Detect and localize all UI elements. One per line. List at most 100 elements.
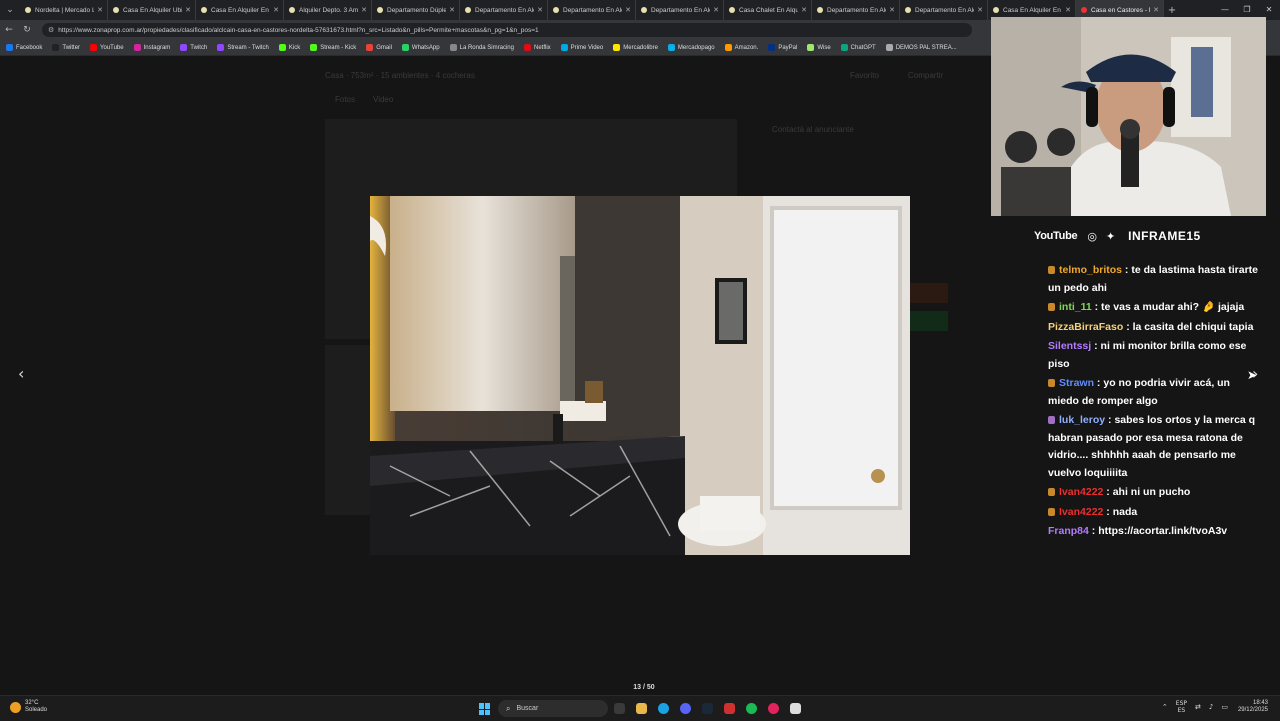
tab-close-icon[interactable]: ✕ [1153,6,1159,14]
tab-close-icon[interactable]: ✕ [97,6,103,14]
chat-username[interactable]: PizzaBirraFaso [1048,321,1123,333]
tab-close-icon[interactable]: ✕ [361,6,367,14]
edge-icon[interactable] [658,703,669,714]
tab-favicon-icon [729,7,735,13]
browser-tab[interactable]: Nordelta | Mercado Lib ✕ [20,0,108,20]
bookmark-item[interactable]: Twitch [180,44,207,51]
bookmark-item[interactable]: Mercadolibre [613,44,658,51]
browser-tab[interactable]: Departamento En Alqu ✕ [636,0,724,20]
weather-widget[interactable]: 32°C Soleado [10,700,47,714]
twitter-icon: ✦ [1105,229,1116,243]
chat-text: nada [1112,505,1138,518]
listing-title: Casa · 753m² · 15 ambientes · 4 cocheras [325,71,475,80]
bookmark-item[interactable]: Twitter [52,44,80,51]
taskbar-search[interactable]: ⌕ Buscar [498,700,608,717]
chat-username[interactable]: telmo_britos [1059,264,1122,276]
network-icon[interactable]: ⇄ [1195,703,1201,711]
tab-search-icon[interactable]: ⌄ [0,0,20,20]
volume-icon[interactable]: ♪ [1209,703,1213,711]
bookmark-item[interactable]: PayPal [768,44,797,51]
browser-tab[interactable]: Departamento En Alqu ✕ [548,0,636,20]
chat-badge-icon [1048,488,1055,496]
tab-close-icon[interactable]: ✕ [449,6,455,14]
chat-username[interactable]: luk_leroy [1059,414,1105,426]
browser-tab[interactable]: Departamento Dúplex ✕ [372,0,460,20]
chrome-window-icon[interactable] [790,703,801,714]
gallery-prev-icon[interactable]: ‹ [18,364,24,383]
bookmark-item[interactable]: WhatsApp [401,44,440,51]
tab-close-icon[interactable]: ✕ [1065,6,1071,14]
bookmark-item[interactable]: Stream - Kick [310,44,356,51]
browser-tab[interactable]: Alquiler Depto. 3 Amb ✕ [284,0,372,20]
browser-tab[interactable]: Casa En Alquiler Ubica✕ [108,0,196,20]
tab-close-icon[interactable]: ✕ [713,6,719,14]
bookmark-item[interactable]: DEMOS PAL STREA... [885,44,957,51]
chat-message: luk_leroy : sabes los ortos y la merca q… [1048,412,1260,482]
bookmark-favicon-icon [366,44,374,51]
whatsapp-button-dimmed [910,311,948,331]
browser-tab[interactable]: Casa En Alquiler En Ca✕ [196,0,284,20]
bookmark-item[interactable]: La Ronda Simracing [449,44,514,51]
discord-icon[interactable] [680,703,691,714]
favorite-button[interactable]: Favorito [850,71,879,80]
chat-username[interactable]: Silentssj [1048,340,1091,352]
share-button[interactable]: Compartir [908,71,943,80]
bookmark-item[interactable]: Gmail [366,44,392,51]
bookmark-item[interactable]: Stream - Twitch [217,44,269,51]
browser-tab[interactable]: Departamento En Alqu ✕ [460,0,548,20]
url-field[interactable]: ⚙ https://www.zonaprop.com.ar/propiedade… [42,23,972,37]
chat-separator: : [1091,340,1101,352]
tab-video[interactable]: Video [373,95,393,104]
bookmark-item[interactable]: Instagram [133,44,170,51]
new-tab-icon[interactable]: + [1164,5,1180,16]
file-explorer-icon[interactable] [636,703,647,714]
bookmark-favicon-icon [667,44,675,51]
search-icon: ⌕ [506,703,511,713]
tab-close-icon[interactable]: ✕ [889,6,895,14]
bookmark-item[interactable]: Kick [278,44,300,51]
task-view-icon[interactable] [614,703,625,714]
tab-close-icon[interactable]: ✕ [273,6,279,14]
bookmark-item[interactable]: Netflix [523,44,551,51]
spotify-icon[interactable] [746,703,757,714]
chat-separator: : [1103,486,1113,498]
browser-tab[interactable]: Casa Chalet En Alquiler✕ [724,0,812,20]
bookmark-item[interactable]: YouTube [90,44,124,51]
battery-icon[interactable]: ▭ [1221,703,1228,711]
bookmark-item[interactable]: Prime Video [560,44,604,51]
reload-icon[interactable]: ↻ [18,25,36,35]
bookmark-item[interactable]: Amazon. [724,44,758,51]
language-indicator[interactable]: ESP ES [1176,700,1187,714]
app-red-icon[interactable] [768,703,779,714]
chat-username[interactable]: inti_11 [1059,301,1092,313]
site-info-icon[interactable]: ⚙ [48,26,54,34]
bookmark-label: Twitch [190,44,208,51]
tab-label: Casa En Alquiler Ubica [123,6,182,14]
bookmark-label: Prime Video [570,44,604,51]
windows-start-icon[interactable] [479,703,491,715]
tab-close-icon[interactable]: ✕ [801,6,807,14]
tab-close-icon[interactable]: ✕ [537,6,543,14]
tab-close-icon[interactable]: ✕ [977,6,983,14]
bookmark-label: Stream - Kick [320,44,357,51]
app-icon[interactable] [724,703,735,714]
chat-username[interactable]: Ivan4222 [1059,486,1103,498]
tab-close-icon[interactable]: ✕ [185,6,191,14]
tab-photos[interactable]: Fotos [335,95,355,104]
tab-close-icon[interactable]: ✕ [625,6,631,14]
chat-username[interactable]: Strawn [1059,377,1094,389]
chevron-up-icon[interactable]: ⌃ [1162,703,1168,711]
chat-username[interactable]: Ivan4222 [1059,506,1103,518]
chat-username[interactable]: Franp84 [1048,525,1089,537]
browser-tab[interactable]: Departamento En Alqu ✕ [900,0,988,20]
browser-tab[interactable]: Departamento En Alqu ✕ [812,0,900,20]
clock[interactable]: 18:43 29/12/2025 [1238,700,1268,714]
tab-favicon-icon [641,7,647,13]
bookmark-item[interactable]: ChatGPT [840,44,876,51]
steam-icon[interactable] [702,703,713,714]
bookmark-item[interactable]: Mercadopago [667,44,715,51]
bookmark-item[interactable]: Facebook [6,44,42,51]
chat-message: telmo_britos : te da lastima hasta tirar… [1048,262,1260,297]
bookmark-item[interactable]: Wise [807,44,831,51]
back-arrow-icon[interactable]: ← [0,25,18,35]
